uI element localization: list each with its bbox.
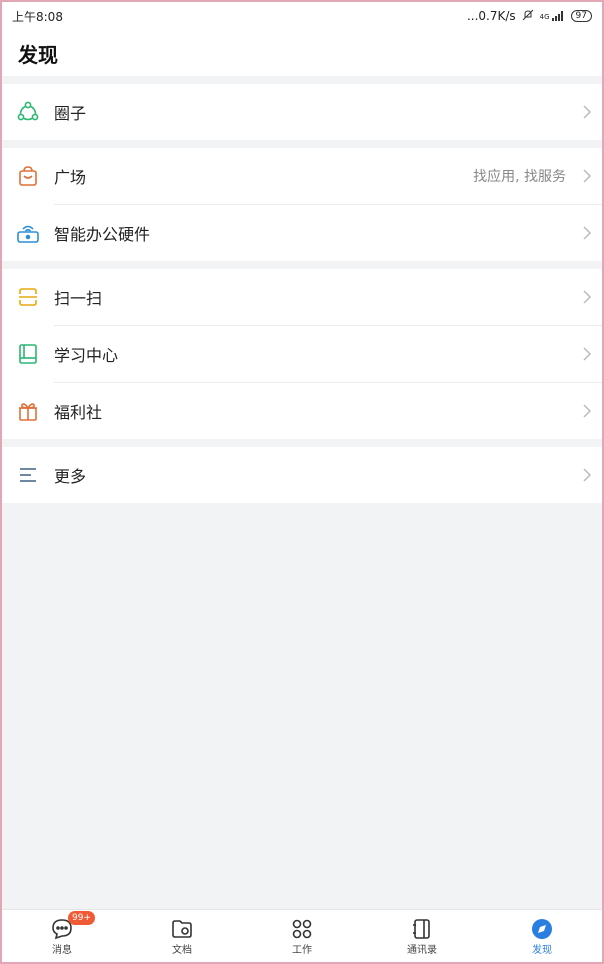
router-icon	[2, 222, 54, 244]
mute-icon	[522, 9, 534, 24]
network-speed: ...0.7K/s	[466, 9, 516, 23]
tab-label-contacts: 通讯录	[407, 944, 437, 956]
menu-label-welfare: 福利社	[54, 403, 103, 422]
menu-sub-square: 找应用, 找服务	[473, 169, 566, 185]
menu-item-scan[interactable]: 扫一扫	[2, 269, 602, 325]
chevron-right-icon	[572, 169, 602, 183]
menu-label-scan: 扫一扫	[54, 289, 103, 308]
tab-discover[interactable]: 发现	[502, 917, 582, 956]
menu-group-more: 更多	[2, 447, 602, 503]
menu-label-circle: 圈子	[54, 104, 87, 123]
signal-icon: 4G	[540, 11, 565, 21]
status-right: ...0.7K/s 4G 97	[467, 9, 592, 24]
page-title: 发现	[18, 42, 58, 67]
battery-indicator: 97	[570, 10, 592, 22]
folder-icon	[171, 917, 193, 941]
tab-work[interactable]: 工作	[262, 917, 342, 956]
menu-label-more: 更多	[54, 467, 87, 486]
tab-messages[interactable]: 99+ 消息	[22, 910, 102, 956]
chevron-right-icon	[572, 226, 602, 240]
menu-label-smart-hardware: 智能办公硬件	[54, 225, 151, 244]
menu-group-square: 广场 找应用, 找服务 智能办公硬件	[2, 148, 602, 261]
tab-label-messages: 消息	[52, 944, 72, 956]
status-time: 上午8:08	[12, 9, 63, 24]
menu-item-more[interactable]: 更多	[2, 447, 602, 503]
menu-label-learning: 学习中心	[54, 346, 119, 365]
menu-item-square[interactable]: 广场 找应用, 找服务	[2, 148, 602, 204]
chevron-right-icon	[572, 404, 602, 418]
unread-badge: 99+	[68, 910, 95, 925]
tab-docs[interactable]: 文档	[142, 917, 222, 956]
menu-item-smart-hardware[interactable]: 智能办公硬件	[2, 205, 602, 261]
menu-group-tools: 扫一扫 学习中心 福利社	[2, 269, 602, 439]
menu-item-welfare[interactable]: 福利社	[2, 383, 602, 439]
contacts-icon	[411, 917, 433, 941]
tab-contacts[interactable]: 通讯录	[382, 917, 462, 956]
chevron-right-icon	[572, 347, 602, 361]
tab-label-docs: 文档	[172, 944, 192, 956]
circle-group-icon	[2, 100, 54, 124]
status-bar: 上午8:08 ...0.7K/s 4G 97	[2, 2, 602, 30]
screen: 上午8:08 ...0.7K/s 4G 97 发现 圈子 广场 找应用, 找服务…	[0, 0, 604, 964]
menu-item-learning[interactable]: 学习中心	[2, 326, 602, 382]
shopping-bag-icon	[2, 165, 54, 187]
tab-label-work: 工作	[292, 944, 312, 956]
menu-group-circle: 圈子	[2, 84, 602, 140]
scan-icon	[2, 286, 54, 308]
menu-icon	[2, 464, 54, 486]
bottom-tab-bar: 99+ 消息 文档 工作 通讯录 发现	[2, 909, 602, 962]
chevron-right-icon	[572, 290, 602, 304]
tab-label-discover: 发现	[532, 944, 552, 956]
book-icon	[2, 343, 54, 365]
page-header: 发现	[2, 30, 602, 76]
gift-icon	[2, 400, 54, 422]
signal-label: 4G	[539, 13, 550, 21]
chevron-right-icon	[572, 468, 602, 482]
grid-icon	[291, 917, 313, 941]
chevron-right-icon	[572, 105, 602, 119]
menu-label-square: 广场	[54, 168, 87, 187]
discover-icon	[531, 917, 553, 941]
menu-item-circle[interactable]: 圈子	[2, 84, 602, 140]
